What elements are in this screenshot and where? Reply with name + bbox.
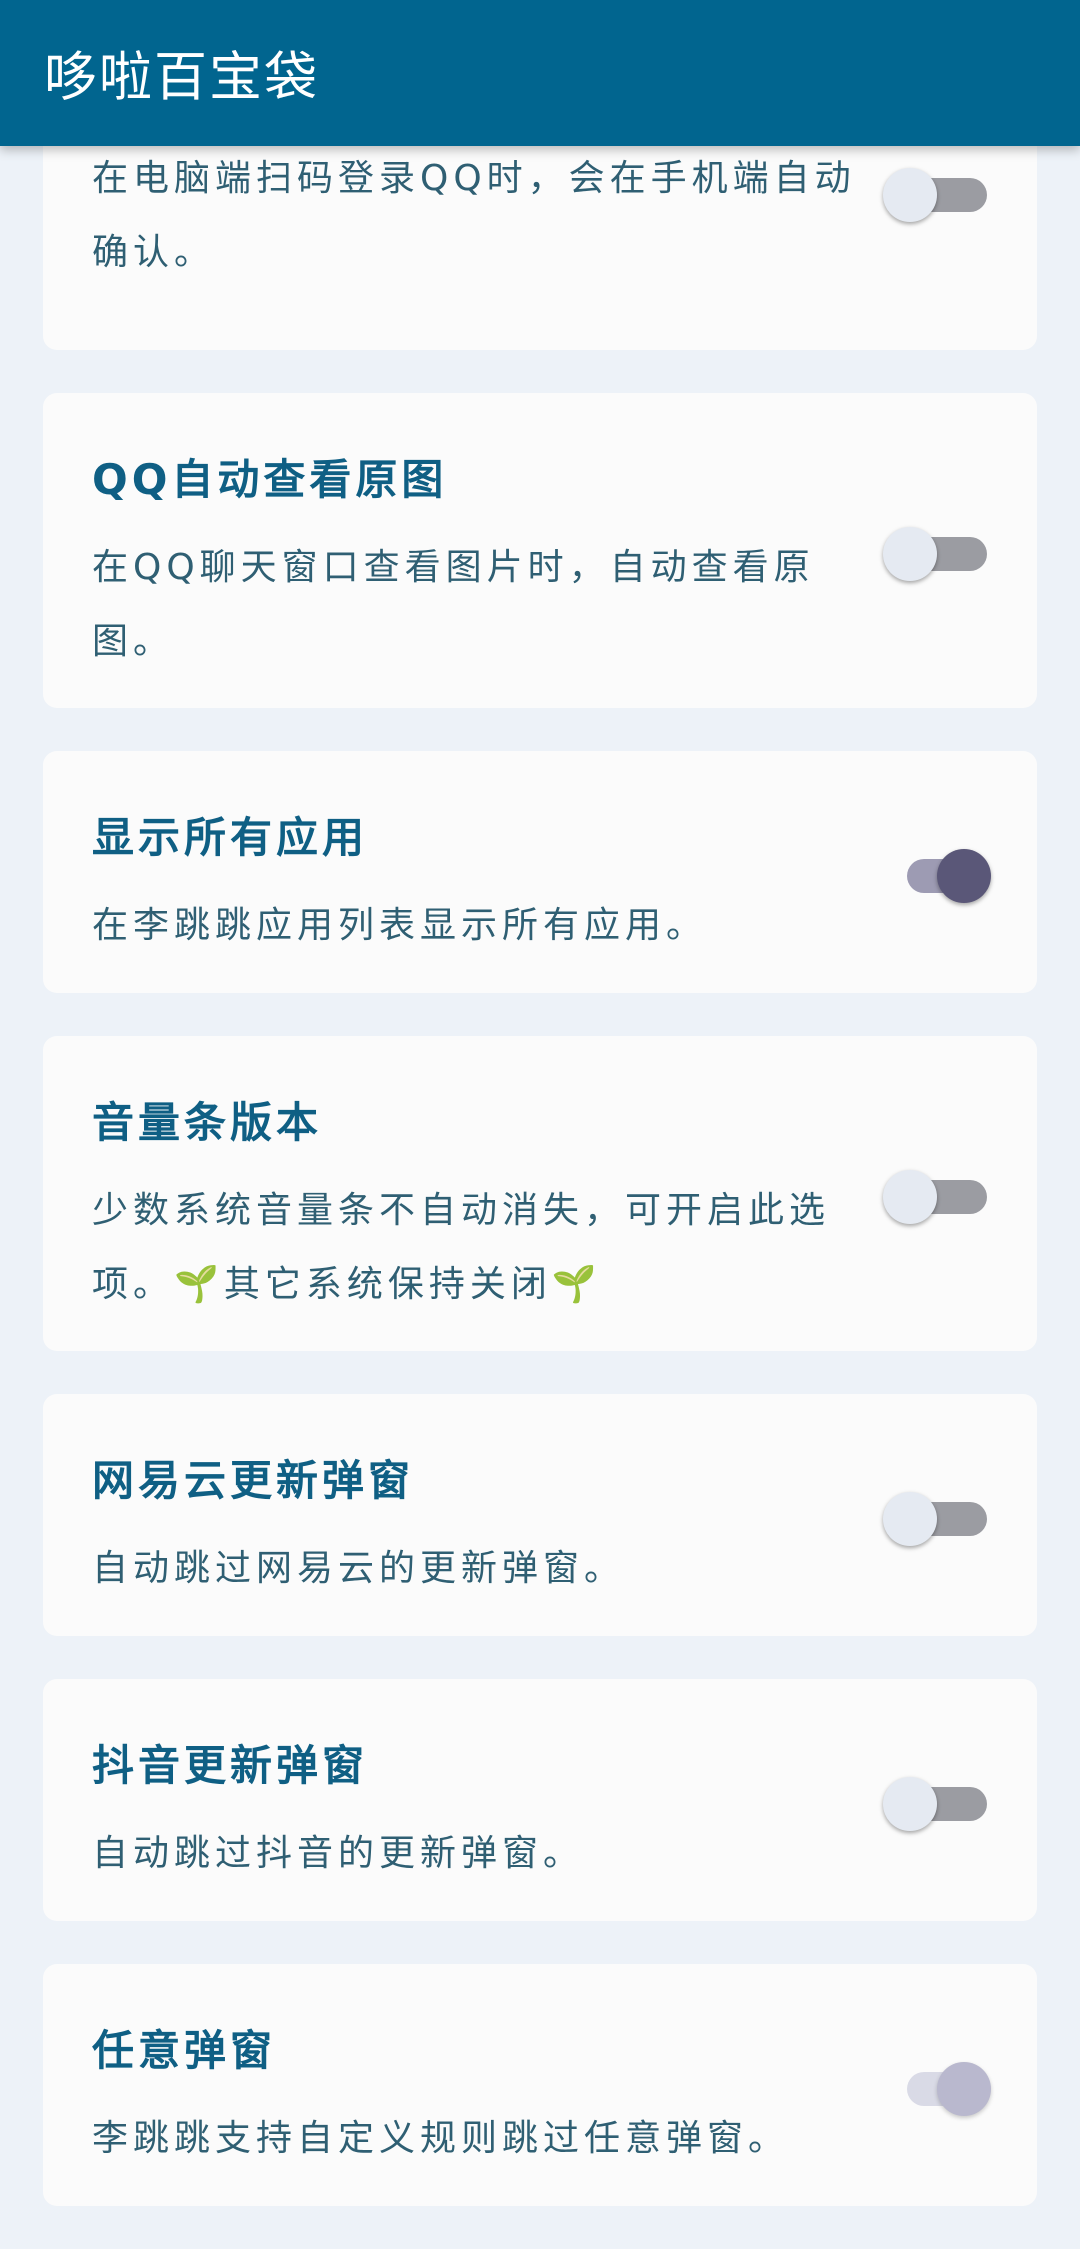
setting-card-douyin-update-popup[interactable]: 抖音更新弹窗 自动跳过抖音的更新弹窗。 bbox=[43, 1679, 1037, 1921]
switch-thumb bbox=[937, 849, 991, 903]
switch-thumb bbox=[883, 1170, 937, 1224]
setting-card-show-all-apps[interactable]: 显示所有应用 在李跳跳应用列表显示所有应用。 bbox=[43, 751, 1037, 993]
setting-title: 抖音更新弹窗 bbox=[92, 1741, 369, 1790]
setting-title: 网易云更新弹窗 bbox=[92, 1456, 415, 1505]
setting-card-netease-update-popup[interactable]: 网易云更新弹窗 自动跳过网易云的更新弹窗。 bbox=[43, 1394, 1037, 1636]
setting-description: 在李跳跳应用列表显示所有应用。 bbox=[92, 905, 708, 946]
douyin-update-popup-toggle[interactable] bbox=[883, 1773, 987, 1831]
setting-title: 显示所有应用 bbox=[92, 813, 369, 862]
setting-card-any-popup[interactable]: 任意弹窗 李跳跳支持自定义规则跳过任意弹窗。 bbox=[43, 1964, 1037, 2206]
volume-bar-toggle[interactable] bbox=[883, 1166, 987, 1224]
setting-description: 自动跳过网易云的更新弹窗。 bbox=[92, 1548, 626, 1589]
setting-description: 在QQ聊天窗口查看图片时，自动查看原图。 bbox=[92, 547, 815, 662]
switch-thumb bbox=[883, 527, 937, 581]
qq-scan-login-toggle[interactable] bbox=[883, 164, 987, 222]
switch-thumb bbox=[883, 1777, 937, 1831]
setting-card-volume-bar[interactable]: 音量条版本 少数系统音量条不自动消失，可开启此选项。🌱其它系统保持关闭🌱 bbox=[43, 1036, 1037, 1351]
switch-thumb bbox=[883, 168, 937, 222]
app-title: 哆啦百宝袋 bbox=[44, 47, 319, 108]
setting-card-qq-scan-login[interactable]: 在电脑端扫码登录QQ时，会在手机端自动确认。 bbox=[43, 120, 1037, 350]
setting-title: 音量条版本 bbox=[92, 1098, 323, 1147]
switch-thumb bbox=[937, 2062, 991, 2116]
setting-description: 在电脑端扫码登录QQ时，会在手机端自动确认。 bbox=[92, 158, 856, 273]
qq-original-image-toggle[interactable] bbox=[883, 523, 987, 581]
setting-title: QQ自动查看原图 bbox=[92, 455, 448, 504]
any-popup-toggle[interactable] bbox=[907, 2058, 991, 2116]
setting-card-qq-original-image[interactable]: QQ自动查看原图 在QQ聊天窗口查看图片时，自动查看原图。 bbox=[43, 393, 1037, 708]
setting-title: 任意弹窗 bbox=[92, 2026, 277, 2075]
switch-thumb bbox=[883, 1492, 937, 1546]
netease-update-popup-toggle[interactable] bbox=[883, 1488, 987, 1546]
setting-description: 少数系统音量条不自动消失，可开启此选项。🌱其它系统保持关闭🌱 bbox=[92, 1190, 831, 1305]
app-bar: 哆啦百宝袋 bbox=[0, 0, 1080, 146]
setting-description: 李跳跳支持自定义规则跳过任意弹窗。 bbox=[92, 2118, 790, 2159]
show-all-apps-toggle[interactable] bbox=[907, 845, 991, 903]
setting-description: 自动跳过抖音的更新弹窗。 bbox=[92, 1833, 585, 1874]
